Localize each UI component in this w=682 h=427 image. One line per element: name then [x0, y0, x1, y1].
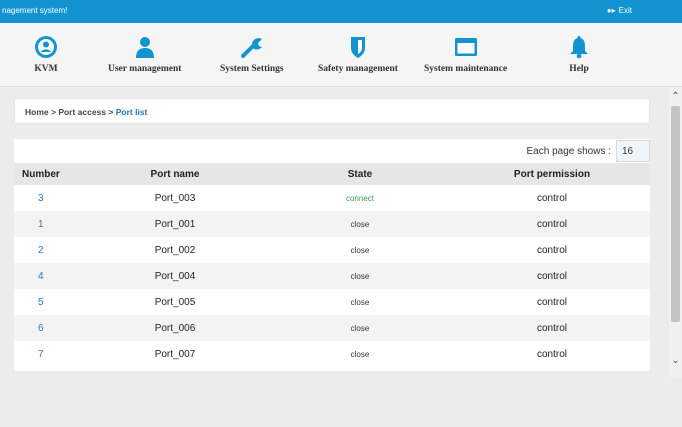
nav-item-help[interactable]: Help: [567, 35, 591, 74]
nav-label-safety-management: Safety management: [318, 64, 398, 74]
port-number-link[interactable]: 1: [38, 211, 44, 237]
table-row[interactable]: 6 Port_006 close control: [14, 315, 650, 341]
port-state-cell: close: [350, 271, 370, 281]
header-state[interactable]: State: [310, 163, 410, 185]
table-body: 3 Port_003 connect control 1 Port_001 close con…: [14, 185, 650, 371]
scroll-up-icon[interactable]: ⌃: [669, 90, 682, 104]
nav-item-safety-management[interactable]: Safety management: [318, 35, 398, 74]
header-port-name[interactable]: Port name: [120, 163, 230, 185]
breadcrumb-home[interactable]: Home: [25, 107, 49, 117]
scroll-down-icon[interactable]: ⌄: [669, 354, 682, 368]
port-state-cell: close: [350, 297, 370, 307]
table-row[interactable]: 5 Port_005 close control: [14, 289, 650, 315]
breadcrumb-port-access[interactable]: Port access: [58, 107, 106, 117]
port-state-cell: connect: [345, 193, 375, 203]
breadcrumb-separator: >: [48, 107, 59, 117]
port-name-cell: Port_001: [154, 218, 196, 230]
port-name-cell: Port_004: [154, 270, 196, 282]
table-row[interactable]: 2 Port_002 close control: [14, 237, 650, 263]
table-row[interactable]: 7 Port_007 close control: [14, 341, 650, 367]
port-permission-cell: control: [536, 192, 567, 204]
nav-label-user-management: User management: [108, 64, 182, 74]
page-size-label: Each page shows :: [526, 145, 612, 157]
kvm-icon: [35, 36, 57, 58]
port-state-cell: close: [350, 219, 370, 229]
port-number-link[interactable]: 3: [38, 185, 44, 211]
page-size-control: Each page shows : 16: [526, 139, 650, 163]
port-number-link[interactable]: 5: [38, 289, 44, 315]
header-port-permission[interactable]: Port permission: [492, 163, 612, 185]
port-permission-cell: control: [536, 322, 567, 334]
port-name-cell: Port_006: [154, 322, 196, 334]
port-list-panel: Each page shows : 16 Number Port name St…: [14, 139, 650, 371]
table-row[interactable]: 1 Port_001 close control: [14, 211, 650, 237]
port-number-link[interactable]: 2: [38, 237, 44, 263]
port-permission-cell: control: [536, 270, 567, 282]
port-name-cell: Port_002: [154, 244, 196, 256]
nav-item-system-maintenance[interactable]: System maintenance: [424, 35, 507, 74]
port-name-cell: Port_003: [154, 192, 196, 204]
port-permission-cell: control: [536, 348, 567, 360]
nav-item-user-management[interactable]: User management: [108, 35, 181, 74]
table-row[interactable]: 3 Port_003 connect control: [14, 185, 650, 211]
shield-icon: [350, 37, 365, 58]
main-nav: KVM User management System Settings Safe…: [0, 23, 682, 87]
port-number-link[interactable]: 6: [38, 315, 44, 341]
bell-icon: [570, 36, 588, 59]
port-number-link[interactable]: 4: [38, 263, 44, 289]
nav-label-help: Help: [569, 64, 589, 74]
scrollbar[interactable]: ⌃ ⌄: [669, 88, 682, 378]
port-state-cell: close: [350, 323, 370, 333]
table-row[interactable]: 4 Port_004 close control: [14, 263, 650, 289]
nav-item-system-settings[interactable]: System Settings: [220, 35, 284, 74]
exit-button[interactable]: ●▸ Exit: [607, 6, 632, 15]
wrench-icon: [240, 38, 262, 58]
page-size-select[interactable]: 16: [616, 140, 650, 162]
port-permission-cell: control: [536, 218, 567, 230]
app-title: nagement system!: [2, 6, 68, 15]
top-bar: nagement system! ●▸ Exit: [0, 0, 682, 23]
nav-item-kvm[interactable]: KVM: [34, 35, 58, 74]
exit-icon: ●▸: [606, 5, 616, 15]
breadcrumb: Home > Port access > Port list: [25, 107, 147, 117]
port-permission-cell: control: [536, 296, 567, 308]
nav-label-system-settings: System Settings: [220, 64, 284, 74]
breadcrumb-current: Port list: [115, 107, 148, 117]
port-state-cell: close: [350, 245, 370, 255]
scrollbar-thumb[interactable]: [671, 106, 680, 322]
nav-label-system-maintenance: System maintenance: [424, 64, 508, 74]
port-number-link[interactable]: 7: [38, 341, 44, 367]
port-name-cell: Port_007: [154, 348, 196, 360]
user-icon: [135, 37, 154, 58]
nav-label-kvm: KVM: [34, 64, 58, 74]
header-number[interactable]: Number: [22, 163, 60, 185]
exit-label: Exit: [618, 6, 632, 15]
port-name-cell: Port_005: [154, 296, 196, 308]
breadcrumb-card: Home > Port access > Port list: [14, 98, 650, 124]
breadcrumb-separator: >: [106, 107, 116, 117]
port-state-cell: close: [350, 349, 370, 359]
window-icon: [454, 38, 477, 56]
table-header: Number Port name State Port permission: [14, 163, 650, 185]
port-permission-cell: control: [536, 244, 567, 256]
